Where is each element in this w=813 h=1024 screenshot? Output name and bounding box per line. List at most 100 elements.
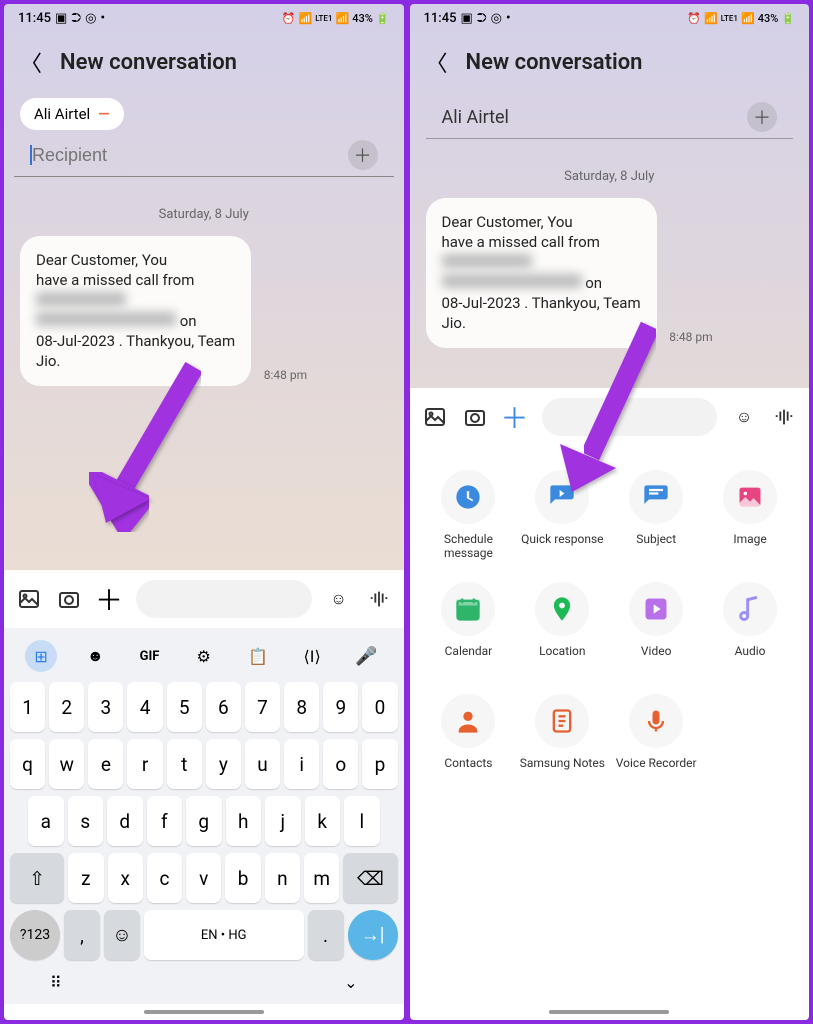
symbols-key[interactable]: ?123 [10, 910, 60, 960]
attach-samsung-notes[interactable]: Samsung Notes [519, 694, 605, 784]
key-6[interactable]: 6 [206, 682, 241, 732]
attach-calendar[interactable]: Calendar [426, 582, 512, 672]
kb-gif-icon[interactable]: GIF [134, 640, 166, 672]
kb-clipboard-icon[interactable]: 📋 [242, 640, 274, 672]
app-bar: 〈 New conversation [410, 32, 810, 98]
key-d[interactable]: d [107, 796, 143, 846]
key-j[interactable]: j [265, 796, 301, 846]
voice-button[interactable] [771, 404, 797, 430]
kb-apps-icon[interactable]: ⊞ [25, 640, 57, 672]
period-key[interactable]: . [308, 910, 344, 960]
attach-location[interactable]: Location [519, 582, 605, 672]
key-w[interactable]: w [49, 739, 84, 789]
key-m[interactable]: m [304, 853, 339, 903]
pin-icon [535, 582, 589, 636]
attach-plus-button[interactable]: ＋ [502, 404, 528, 430]
key-u[interactable]: u [245, 739, 280, 789]
kb-collapse-icon[interactable]: ⌄ [344, 973, 357, 992]
key-t[interactable]: t [167, 739, 202, 789]
camera-button[interactable] [462, 404, 488, 430]
nav-bar [410, 1004, 810, 1020]
recipient-input[interactable] [32, 145, 348, 166]
recipient-row: ＋ [14, 136, 394, 177]
key-i[interactable]: i [284, 739, 319, 789]
attach-video[interactable]: Video [613, 582, 699, 672]
message-input[interactable] [542, 398, 718, 436]
attach-contacts[interactable]: Contacts [426, 694, 512, 784]
battery-pct: 43% [758, 12, 779, 25]
space-key[interactable]: EN • HG [144, 910, 304, 960]
back-button[interactable]: 〈 [20, 46, 42, 78]
attach-quick-response[interactable]: Quick response [519, 470, 605, 561]
comma-key[interactable]: , [64, 910, 100, 960]
key-7[interactable]: 7 [245, 682, 280, 732]
key-8[interactable]: 8 [284, 682, 319, 732]
key-2[interactable]: 2 [49, 682, 84, 732]
key-n[interactable]: n [265, 853, 300, 903]
key-q[interactable]: q [10, 739, 45, 789]
mic-icon [629, 694, 683, 748]
key-r[interactable]: r [127, 739, 162, 789]
attach-plus-button[interactable]: ＋ [96, 586, 122, 612]
redacted-text [442, 274, 582, 288]
emoji-button[interactable]: ☺ [731, 404, 757, 430]
camera-button[interactable] [56, 586, 82, 612]
key-y[interactable]: y [206, 739, 241, 789]
attach-image[interactable]: Image [707, 470, 793, 561]
key-c[interactable]: c [147, 853, 182, 903]
emoji-button[interactable]: ☺ [326, 586, 352, 612]
back-button[interactable]: 〈 [426, 46, 448, 78]
key-l[interactable]: l [344, 796, 380, 846]
chip-remove-icon[interactable]: — [98, 105, 109, 123]
kb-sticker-icon[interactable]: ☻ [79, 640, 111, 672]
voice-button[interactable] [366, 586, 392, 612]
nav-handle[interactable] [144, 1010, 264, 1014]
key-z[interactable]: z [68, 853, 103, 903]
key-1[interactable]: 1 [10, 682, 45, 732]
gallery-button[interactable] [422, 404, 448, 430]
kb-resize-icon[interactable]: ⠿ [50, 973, 62, 992]
message-time: 8:48 pm [264, 368, 307, 382]
key-3[interactable]: 3 [88, 682, 123, 732]
key-0[interactable]: 0 [362, 682, 397, 732]
key-a[interactable]: a [28, 796, 64, 846]
key-9[interactable]: 9 [323, 682, 358, 732]
key-v[interactable]: v [186, 853, 221, 903]
attachment-panel: Schedule messageQuick responseSubjectIma… [410, 446, 810, 1005]
attach-label: Calendar [445, 644, 493, 672]
attach-label: Samsung Notes [520, 756, 605, 784]
key-f[interactable]: f [147, 796, 183, 846]
key-e[interactable]: e [88, 739, 123, 789]
enter-key[interactable]: →| [348, 910, 398, 960]
key-x[interactable]: x [108, 853, 143, 903]
backspace-key[interactable]: ⌫ [343, 853, 397, 903]
attach-voice-recorder[interactable]: Voice Recorder [613, 694, 699, 784]
key-k[interactable]: k [305, 796, 341, 846]
attach-schedule-message[interactable]: Schedule message [426, 470, 512, 561]
add-recipient-button[interactable]: ＋ [747, 102, 777, 132]
status-bar: 11:45 ▣ ⮊ ◎ • ⏰ 📶 LTE1 📶 43% 🔋 [4, 4, 404, 32]
key-h[interactable]: h [226, 796, 262, 846]
key-4[interactable]: 4 [127, 682, 162, 732]
kb-translate-icon[interactable]: ⟨Ⅰ⟩ [296, 640, 328, 672]
key-o[interactable]: o [323, 739, 358, 789]
key-b[interactable]: b [225, 853, 260, 903]
key-5[interactable]: 5 [167, 682, 202, 732]
contact-chip[interactable]: Ali Airtel — [20, 98, 124, 130]
keyboard: ⊞ ☻ GIF ⚙ 📋 ⟨Ⅰ⟩ 🎤 1234567890 qwertyuiop … [4, 628, 404, 1004]
key-g[interactable]: g [186, 796, 222, 846]
shift-key[interactable]: ⇧ [10, 853, 64, 903]
attach-subject[interactable]: Subject [613, 470, 699, 561]
nav-handle[interactable] [549, 1010, 669, 1014]
kb-settings-icon[interactable]: ⚙ [188, 640, 220, 672]
kb-mic-icon[interactable]: 🎤 [350, 640, 382, 672]
attach-audio[interactable]: Audio [707, 582, 793, 672]
message-input[interactable] [136, 580, 312, 618]
gallery-button[interactable] [16, 586, 42, 612]
emoji-key[interactable]: ☺ [104, 910, 140, 960]
incoming-message[interactable]: Dear Customer, You have a missed call fr… [426, 198, 657, 348]
key-s[interactable]: s [68, 796, 104, 846]
key-p[interactable]: p [362, 739, 397, 789]
add-recipient-button[interactable]: ＋ [348, 140, 378, 170]
incoming-message[interactable]: Dear Customer, You have a missed call fr… [20, 236, 251, 386]
